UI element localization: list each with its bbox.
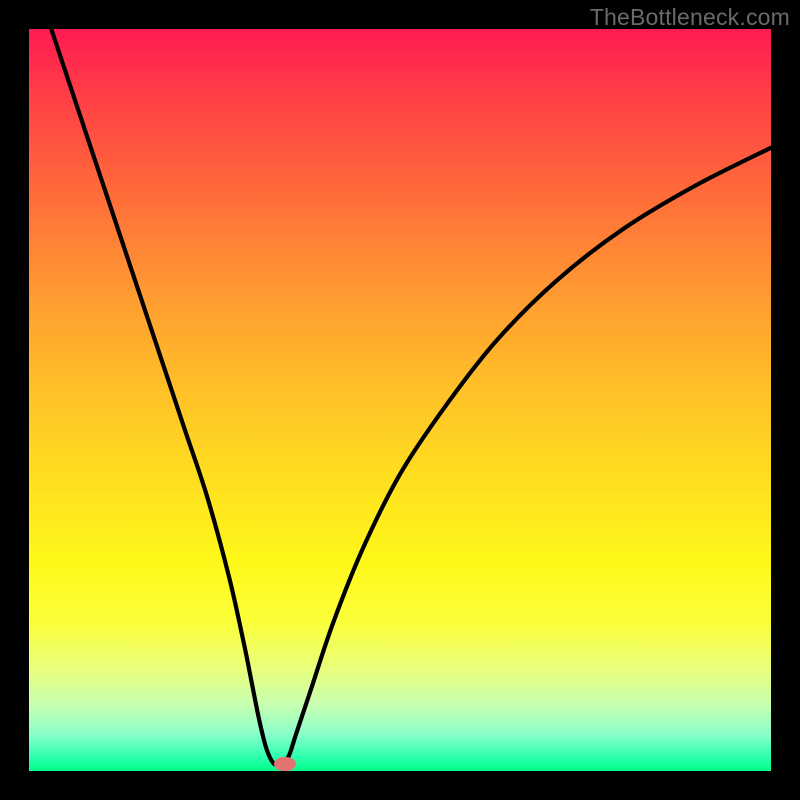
bottleneck-curve: [29, 29, 771, 771]
optimal-point-marker: [274, 757, 296, 771]
chart-frame: TheBottleneck.com: [0, 0, 800, 800]
watermark-text: TheBottleneck.com: [590, 4, 790, 31]
plot-area: [29, 29, 771, 771]
